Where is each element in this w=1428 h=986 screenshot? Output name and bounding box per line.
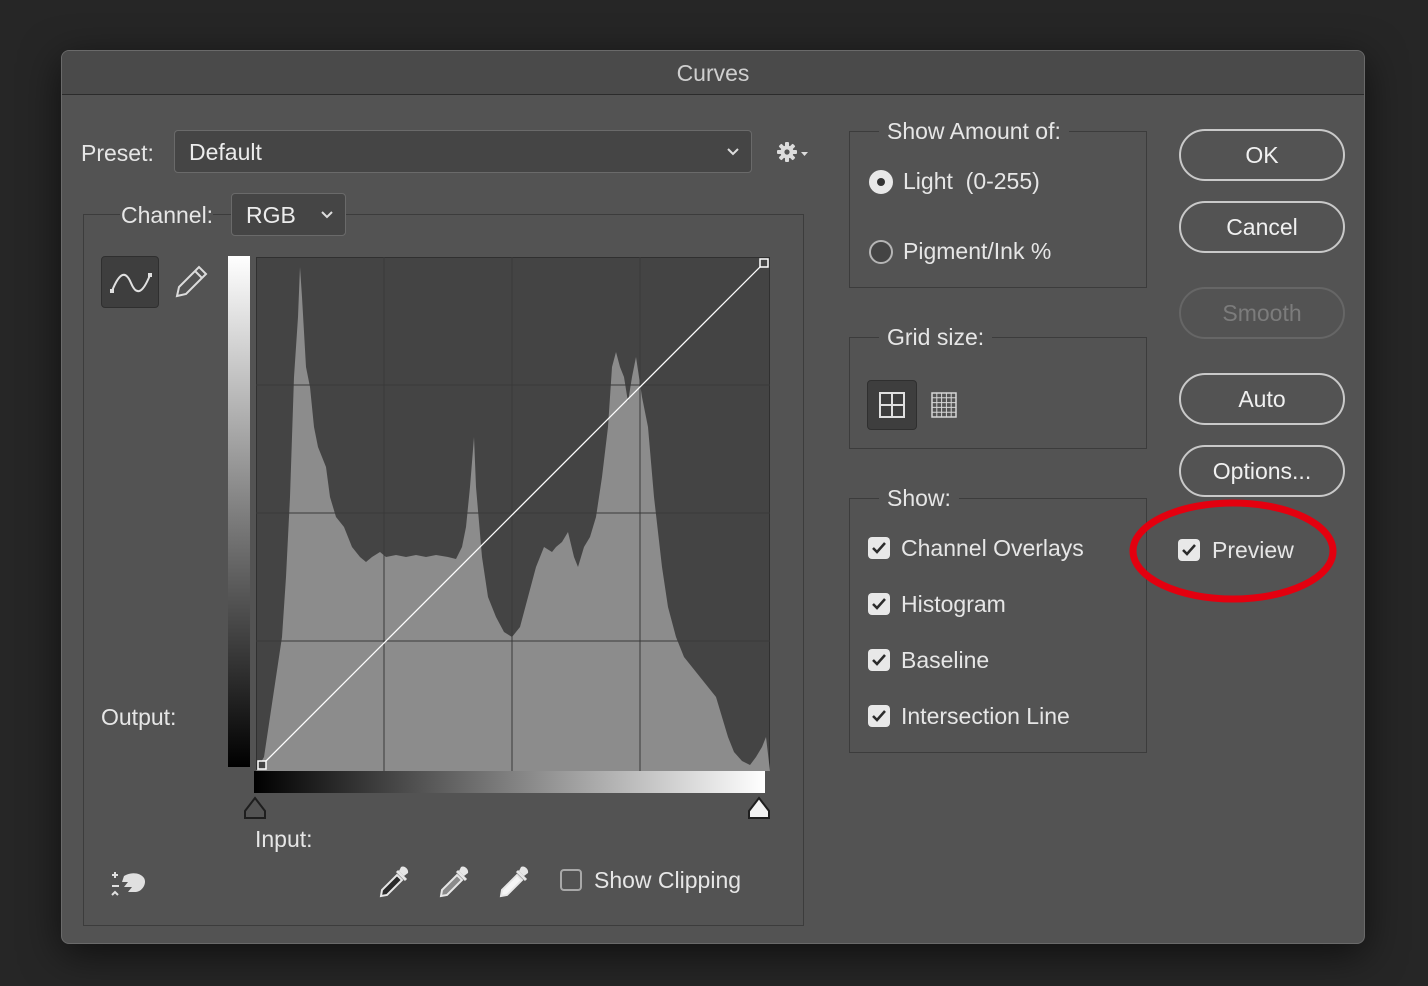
channel-overlays-label: Channel Overlays	[901, 535, 1084, 561]
channel-label: Channel:	[120, 202, 214, 229]
light-radio-label: Light (0-255)	[903, 168, 1040, 194]
hand-adjust-icon[interactable]	[110, 866, 152, 905]
grid-10x10-icon	[931, 392, 957, 418]
preset-value: Default	[189, 139, 262, 165]
output-label: Output:	[101, 704, 177, 730]
simple-grid-button[interactable]	[867, 380, 917, 430]
pigment-radio[interactable]	[869, 240, 893, 264]
channel-overlays-checkbox[interactable]	[868, 537, 890, 559]
channel-value: RGB	[246, 202, 296, 228]
intersection-line-checkbox[interactable]	[868, 705, 890, 727]
histogram-label: Histogram	[901, 591, 1006, 617]
grid-4x4-icon	[879, 392, 905, 418]
intersection-line-label: Intersection Line	[901, 703, 1070, 729]
curve-tool-icon	[110, 273, 152, 293]
black-point-eyedropper-icon[interactable]	[376, 863, 412, 906]
curve-point-black[interactable]	[257, 760, 267, 770]
gray-point-eyedropper-icon[interactable]	[436, 863, 472, 906]
preset-label: Preset:	[81, 140, 154, 166]
show-clipping-checkbox[interactable]	[560, 869, 582, 891]
baseline-checkbox[interactable]	[868, 649, 890, 671]
curve-graph[interactable]	[256, 257, 770, 771]
show-amount-title: Show Amount of:	[879, 118, 1069, 145]
white-point-eyedropper-icon[interactable]	[496, 863, 532, 906]
pencil-icon	[175, 265, 208, 298]
gear-icon[interactable]	[775, 139, 811, 165]
curve-point-white[interactable]	[759, 258, 769, 268]
annotation-circle	[1129, 499, 1337, 603]
input-label: Input:	[255, 826, 313, 852]
cancel-button[interactable]: Cancel	[1179, 201, 1345, 253]
pencil-tool-button[interactable]	[163, 256, 221, 308]
auto-button[interactable]: Auto	[1179, 373, 1345, 425]
chevron-down-icon	[725, 139, 741, 169]
detailed-grid-button[interactable]	[919, 380, 969, 430]
pigment-radio-label: Pigment/Ink %	[903, 238, 1052, 264]
light-radio[interactable]	[869, 170, 893, 194]
smooth-button[interactable]: Smooth	[1179, 287, 1345, 339]
white-point-slider[interactable]	[746, 796, 772, 825]
histogram-checkbox[interactable]	[868, 593, 890, 615]
options-button[interactable]: Options...	[1179, 445, 1345, 497]
input-gradient-bar	[254, 771, 765, 793]
chevron-down-icon	[319, 202, 335, 232]
output-gradient-bar	[228, 256, 250, 767]
show-title: Show:	[879, 485, 959, 512]
dialog-title: Curves	[62, 51, 1364, 95]
ok-button[interactable]: OK	[1179, 129, 1345, 181]
baseline-label: Baseline	[901, 647, 990, 673]
grid-size-title: Grid size:	[879, 324, 993, 351]
curve-tool-button[interactable]	[101, 256, 159, 308]
show-clipping-label: Show Clipping	[594, 867, 742, 893]
channel-select[interactable]: RGB	[231, 193, 346, 236]
black-point-slider[interactable]	[242, 796, 268, 825]
preset-select[interactable]: Default	[174, 130, 752, 173]
